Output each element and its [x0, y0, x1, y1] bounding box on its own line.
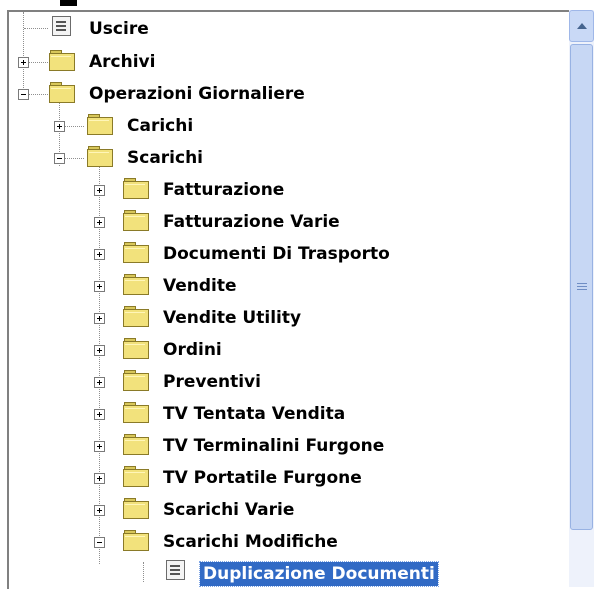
tree-item-carichi[interactable]: Carichi [124, 114, 196, 138]
grip-icon [577, 283, 587, 284]
collapse-toggle-icon[interactable] [18, 89, 29, 100]
folder-icon [87, 145, 113, 167]
grip-icon [577, 289, 587, 290]
document-icon [163, 559, 187, 581]
tree-item-scarichi-modifiche[interactable]: Scarichi Modifiche [160, 530, 341, 554]
tree-item-fatturazione-varie[interactable]: Fatturazione Varie [160, 210, 343, 234]
tree-item-fatturazione[interactable]: Fatturazione [160, 178, 287, 202]
expand-toggle-icon[interactable] [94, 409, 105, 420]
folder-icon [123, 273, 149, 295]
folder-icon [123, 497, 149, 519]
vertical-scrollbar[interactable] [569, 10, 594, 587]
tree-item-archivi[interactable]: Archivi [86, 50, 158, 74]
folder-icon [87, 113, 113, 135]
tree-item-tv-portatile-furgone[interactable]: TV Portatile Furgone [160, 466, 365, 490]
expand-toggle-icon[interactable] [94, 505, 105, 516]
folder-icon [123, 241, 149, 263]
folder-icon [123, 177, 149, 199]
tree-item-vendite-utility[interactable]: Vendite Utility [160, 306, 304, 330]
expand-toggle-icon[interactable] [94, 377, 105, 388]
folder-icon [123, 337, 149, 359]
tree-item-tv-terminalini-furgone[interactable]: TV Terminalini Furgone [160, 434, 387, 458]
cursor-fragment [60, 0, 77, 6]
tree-item-documenti-di-trasporto[interactable]: Documenti Di Trasporto [160, 242, 393, 266]
tree-item-tv-tentata-vendita[interactable]: TV Tentata Vendita [160, 402, 348, 426]
tree-item-scarichi[interactable]: Scarichi [124, 146, 206, 170]
tree-item-ordini[interactable]: Ordini [160, 338, 225, 362]
tree-line [23, 12, 25, 98]
expand-toggle-icon[interactable] [94, 217, 105, 228]
folder-icon [123, 433, 149, 455]
tree-line [64, 158, 84, 160]
collapse-toggle-icon[interactable] [94, 537, 105, 548]
tree-item-vendite[interactable]: Vendite [160, 274, 240, 298]
expand-toggle-icon[interactable] [94, 185, 105, 196]
tree-line [143, 562, 145, 582]
expand-toggle-icon[interactable] [18, 57, 29, 68]
folder-icon [49, 49, 75, 71]
folder-icon [123, 401, 149, 423]
expand-toggle-icon[interactable] [94, 441, 105, 452]
tree-line [64, 126, 84, 128]
tree-item-operazioni-giornaliere[interactable]: Operazioni Giornaliere [86, 82, 308, 106]
folder-icon [123, 305, 149, 327]
folder-icon [123, 465, 149, 487]
expand-toggle-icon[interactable] [94, 281, 105, 292]
folder-icon [123, 209, 149, 231]
tree-line [28, 62, 48, 64]
menu-tree: Uscire Archivi Operazioni Giornaliere Ca… [7, 10, 569, 589]
scroll-up-button[interactable] [569, 10, 594, 42]
tree-item-preventivi[interactable]: Preventivi [160, 370, 264, 394]
scrollbar-thumb[interactable] [570, 44, 593, 530]
expand-toggle-icon[interactable] [94, 313, 105, 324]
document-icon [49, 15, 73, 37]
expand-toggle-icon[interactable] [54, 121, 65, 132]
expand-toggle-icon[interactable] [94, 249, 105, 260]
grip-icon [577, 286, 587, 287]
tree-line [28, 94, 48, 96]
tree-item-duplicazione-documenti[interactable]: Duplicazione Documenti [199, 561, 439, 587]
folder-icon [123, 369, 149, 391]
collapse-toggle-icon[interactable] [54, 153, 65, 164]
expand-toggle-icon[interactable] [94, 345, 105, 356]
tree-item-uscire[interactable]: Uscire [86, 17, 152, 41]
tree-item-scarichi-varie[interactable]: Scarichi Varie [160, 498, 297, 522]
tree-line [24, 28, 48, 30]
top-edge [0, 0, 594, 10]
folder-icon [123, 529, 149, 551]
expand-toggle-icon[interactable] [94, 473, 105, 484]
folder-icon [49, 81, 75, 103]
